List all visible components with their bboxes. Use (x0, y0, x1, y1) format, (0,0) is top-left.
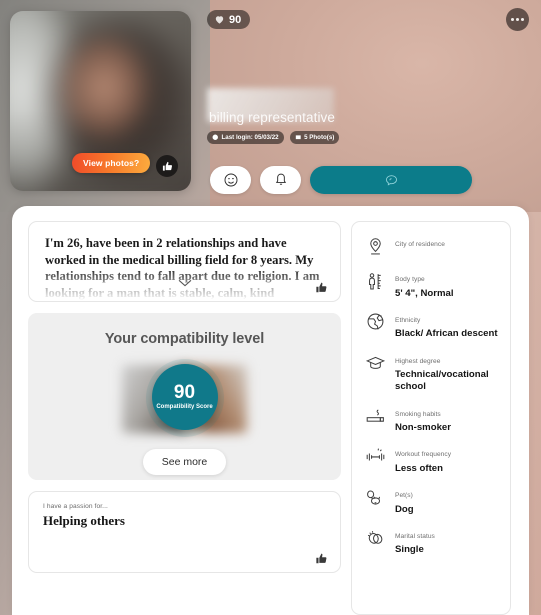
photo-like-button[interactable] (156, 155, 178, 177)
passion-card: I have a passion for... Helping others (28, 491, 341, 573)
match-score-badge: 90 (207, 10, 251, 29)
graduation-cap-icon (363, 350, 387, 376)
thumbs-up-icon (316, 553, 327, 564)
clock-icon (212, 134, 218, 141)
profile-details-card: City of residence Body type 5' 4", Norma… (351, 221, 511, 615)
photo-count-chip[interactable]: 5 Photo(s) (289, 131, 340, 144)
bio-card: I'm 26, have been in 2 relationships and… (28, 221, 341, 302)
dumbbell-icon (363, 443, 387, 469)
compatibility-title: Your compatibility level (104, 331, 265, 347)
compatibility-card: Your compatibility level 90 Compatibilit… (28, 313, 341, 480)
message-button[interactable] (310, 166, 472, 194)
cigarette-icon (363, 403, 387, 429)
globe-icon (363, 309, 387, 335)
chevron-down-icon (178, 279, 191, 287)
detail-marital-status: Marital status Single (363, 525, 500, 557)
detail-value: Dog (395, 503, 414, 515)
detail-city-of-residence: City of residence (363, 233, 500, 259)
view-photos-button[interactable]: View photos? (72, 153, 151, 173)
location-pin-icon (363, 233, 387, 259)
photo-icon (295, 135, 301, 140)
chat-bubble-icon (385, 174, 397, 185)
compatibility-score-badge: 90 Compatibility Score (151, 364, 218, 430)
bell-icon (275, 173, 286, 185)
profile-photo-card[interactable]: View photos? (10, 11, 191, 191)
dot (521, 18, 524, 21)
passion-like-button[interactable] (315, 552, 328, 565)
detail-value: Less often (395, 462, 443, 474)
profile-details-column: City of residence Body type 5' 4", Norma… (351, 221, 511, 615)
passion-label: I have a passion for... (43, 503, 108, 510)
match-score-value: 90 (229, 13, 242, 26)
body-ruler-icon (363, 268, 387, 294)
last-login-chip: Last login: 05/03/22 (207, 131, 284, 144)
rings-icon (363, 525, 387, 551)
compatibility-score-value: 90 (173, 381, 196, 403)
detail-ethnicity: Ethnicity Black/ African descent (363, 309, 500, 341)
profile-hero: View photos? 90 billing representative L… (0, 0, 541, 212)
detail-smoking-habits: Smoking habits Non-smoker (363, 403, 500, 435)
wink-button[interactable] (210, 166, 251, 194)
heart-icon (215, 16, 224, 24)
detail-value: Single (395, 544, 424, 556)
bio-like-button[interactable] (315, 281, 328, 294)
detail-label: Body type (395, 276, 425, 283)
thumbs-up-icon (316, 282, 327, 293)
pets-icon (363, 484, 387, 510)
profile-content-panel: I'm 26, have been in 2 relationships and… (12, 206, 529, 615)
detail-label: Ethnicity (395, 316, 421, 324)
detail-label: Marital status (395, 532, 435, 540)
detail-value: Black/ African descent (395, 328, 498, 340)
profile-action-bar (210, 166, 472, 194)
compatibility-score-label: Compatibility Score (156, 403, 213, 410)
profile-meta-chips: Last login: 05/03/22 5 Photo(s) (207, 131, 340, 144)
detail-workout-frequency: Workout frequency Less often (363, 443, 500, 475)
photo-count-text: 5 Photo(s) (304, 134, 335, 141)
detail-label: Pet(s) (395, 492, 413, 500)
detail-label: Smoking habits (395, 410, 441, 418)
thumbs-up-icon (162, 161, 172, 171)
winking-face-icon (224, 173, 237, 187)
detail-highest-degree: Highest degree Technical/vocational scho… (363, 350, 500, 394)
more-options-button[interactable] (506, 8, 529, 31)
detail-value: 5' 4", Normal (395, 287, 454, 299)
nudge-button[interactable] (260, 166, 301, 194)
detail-value: Technical/vocational school (395, 369, 489, 393)
see-more-button[interactable]: See more (142, 449, 227, 475)
detail-label: Highest degree (395, 357, 441, 365)
compatibility-visual: 90 Compatibility Score (28, 359, 341, 439)
dot (516, 18, 519, 21)
detail-body-type: Body type 5' 4", Normal (363, 268, 500, 300)
bio-text: I'm 26, have been in 2 relationships and… (45, 236, 320, 300)
bio-expand-button[interactable] (177, 275, 193, 287)
passion-value: Helping others (43, 513, 125, 528)
profile-job-title: billing representative (209, 110, 336, 125)
dot (511, 18, 514, 21)
detail-label: City of residence (395, 241, 445, 248)
detail-label: Workout frequency (395, 451, 452, 459)
detail-value: Non-smoker (395, 422, 451, 434)
detail-pets: Pet(s) Dog (363, 484, 500, 516)
last-login-text: Last login: 05/03/22 (221, 134, 279, 141)
profile-main-column: I'm 26, have been in 2 relationships and… (28, 221, 341, 615)
